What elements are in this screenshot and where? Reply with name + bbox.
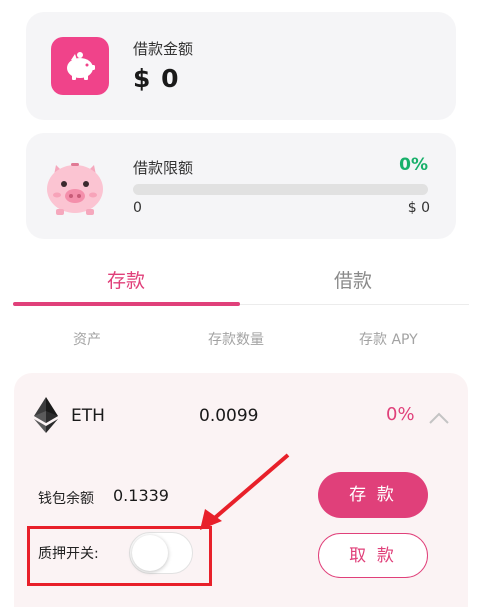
- column-header-apy: 存款 APY: [359, 332, 418, 348]
- wallet-balance-value: 0.1339: [113, 486, 169, 505]
- tab-deposit[interactable]: 存款: [66, 266, 186, 293]
- asset-deposit-amount: 0.0099: [199, 406, 259, 426]
- column-header-asset: 资产: [73, 332, 101, 348]
- wallet-balance-label: 钱包余额: [38, 491, 94, 507]
- borrow-amount-label: 借款金额: [133, 40, 194, 58]
- piggy-bank-icon: [51, 37, 109, 95]
- asset-apy: 0%: [386, 404, 415, 425]
- borrow-limit-label: 借款限额: [133, 159, 194, 177]
- tab-borrow[interactable]: 借款: [293, 266, 413, 293]
- borrow-limit-percent: 0%: [399, 155, 428, 175]
- tab-bar: 存款 借款: [0, 258, 482, 308]
- deposit-button[interactable]: 存 款: [318, 472, 428, 518]
- tab-divider: [240, 304, 469, 305]
- borrow-amount-card: 借款金额 $ 0: [26, 12, 456, 120]
- borrow-limit-card: 借款限额 0% 0 $ 0: [26, 133, 456, 239]
- withdraw-button[interactable]: 取 款: [318, 533, 428, 578]
- annotation-highlight-box: [27, 526, 212, 586]
- borrow-limit-progress-bar: [133, 184, 428, 195]
- borrow-limit-max: $ 0: [407, 200, 430, 216]
- pig-icon: [42, 151, 108, 221]
- chevron-up-icon[interactable]: [428, 410, 450, 429]
- active-tab-indicator: [13, 302, 240, 306]
- borrow-limit-min: 0: [133, 200, 142, 216]
- column-header-quantity: 存款数量: [208, 332, 264, 348]
- asset-name: ETH: [71, 406, 105, 426]
- borrow-amount-value: $ 0: [133, 64, 180, 93]
- ethereum-icon: [28, 395, 64, 435]
